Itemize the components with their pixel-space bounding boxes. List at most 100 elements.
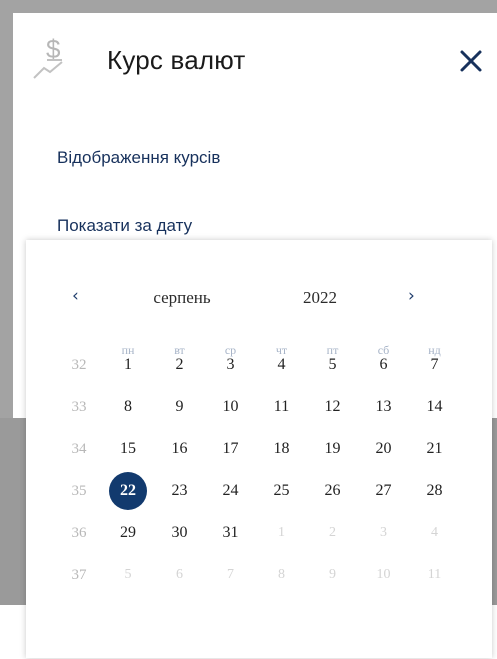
calendar-day-other-month[interactable]: 10	[358, 554, 409, 596]
day-number: 5	[124, 567, 132, 582]
day-number: 11	[273, 398, 290, 415]
calendar-day[interactable]: 18	[256, 428, 307, 470]
day-number: 24	[222, 482, 239, 499]
calendar-day[interactable]: 4	[256, 344, 307, 386]
month-selector[interactable]: серпень	[142, 288, 222, 308]
calendar-day[interactable]: 16	[154, 428, 205, 470]
day-number: 30	[171, 524, 188, 541]
day-number: 25	[273, 482, 290, 499]
calendar-day[interactable]: 21	[409, 428, 460, 470]
calendar-day[interactable]: 8	[102, 386, 154, 428]
selected-day[interactable]: 22	[102, 470, 154, 512]
calendar-day-other-month[interactable]: 7	[205, 554, 256, 596]
calendar-day[interactable]: 10	[205, 386, 256, 428]
calendar-day-other-month[interactable]: 3	[358, 512, 409, 554]
calendar-day[interactable]: 19	[307, 428, 358, 470]
day-number: 26	[324, 482, 341, 499]
day-number: 1	[124, 356, 132, 373]
calendar-day[interactable]: 24	[205, 470, 256, 512]
calendar-day-other-month[interactable]: 1	[256, 512, 307, 554]
day-number: 28	[426, 482, 443, 499]
calendar-day[interactable]: 13	[358, 386, 409, 428]
day-number: 7	[227, 567, 234, 582]
date-picker: ‹ серпень 2022 › пн вт ср чт пт сб нд 32 1 2 3 4 5 6…	[26, 240, 492, 658]
calendar-day[interactable]: 27	[358, 470, 409, 512]
day-number: 21	[426, 440, 443, 457]
day-number: 4	[431, 525, 438, 540]
calendar-day[interactable]: 2	[154, 344, 205, 386]
window-frame-top	[0, 0, 497, 13]
day-number: 9	[329, 567, 336, 582]
day-number: 7	[430, 356, 439, 373]
calendar-day[interactable]: 1	[102, 344, 154, 386]
day-number: 13	[375, 398, 392, 415]
day-number: 15	[120, 440, 136, 457]
year-selector[interactable]: 2022	[280, 288, 360, 308]
page-title: Курс валют	[107, 45, 246, 75]
calendar-day[interactable]: 15	[102, 428, 154, 470]
day-number: 6	[379, 356, 388, 373]
calendar-day[interactable]: 31	[205, 512, 256, 554]
day-number: 3	[380, 525, 387, 540]
calendar-day[interactable]: 29	[102, 512, 154, 554]
week-number: 37	[71, 566, 87, 583]
day-number: 8	[124, 398, 132, 415]
close-icon[interactable]	[457, 47, 485, 75]
calendar-grid: 32 1 2 3 4 5 6 7 33 8 9 10 11 12 13 14 34 15 16 17 18 19 20 21 3…	[56, 344, 488, 596]
week-number: 35	[71, 482, 87, 499]
calendar-day-other-month[interactable]: 5	[102, 554, 154, 596]
calendar-day[interactable]: 20	[358, 428, 409, 470]
calendar-day[interactable]: 17	[205, 428, 256, 470]
week-number: 33	[71, 398, 87, 415]
calendar-day[interactable]: 6	[358, 344, 409, 386]
dollar-growth-icon: $	[33, 34, 63, 79]
week-number: 32	[71, 356, 87, 373]
week-number: 34	[71, 440, 87, 457]
calendar-day[interactable]: 12	[307, 386, 358, 428]
show-for-date-link[interactable]: Показати за дату	[57, 216, 192, 236]
day-number: 27	[375, 482, 392, 499]
day-number: 2	[329, 525, 336, 540]
day-number: 22	[109, 472, 147, 510]
day-number: 23	[171, 482, 188, 499]
calendar-day-other-month[interactable]: 6	[154, 554, 205, 596]
day-number: 31	[222, 524, 239, 541]
calendar-day-other-month[interactable]: 8	[256, 554, 307, 596]
calendar-day-other-month[interactable]: 4	[409, 512, 460, 554]
rates-display-link[interactable]: Відображення курсів	[57, 148, 220, 168]
calendar-day[interactable]: 30	[154, 512, 205, 554]
day-number: 8	[278, 567, 285, 582]
calendar-day-other-month[interactable]: 2	[307, 512, 358, 554]
chevron-right-icon[interactable]: ›	[408, 286, 415, 310]
calendar-day-other-month[interactable]: 9	[307, 554, 358, 596]
day-number: 18	[273, 440, 290, 457]
chevron-left-icon[interactable]: ‹	[72, 286, 79, 310]
calendar-day[interactable]: 9	[154, 386, 205, 428]
day-number: 5	[328, 356, 337, 373]
panel-header: $ Курс валют	[13, 13, 497, 103]
calendar-day[interactable]: 3	[205, 344, 256, 386]
calendar-day[interactable]: 7	[409, 344, 460, 386]
calendar-day[interactable]: 28	[409, 470, 460, 512]
day-number: 11	[427, 567, 442, 582]
calendar-day-other-month[interactable]: 11	[409, 554, 460, 596]
day-number: 29	[120, 524, 136, 541]
day-number: 4	[277, 356, 286, 373]
day-number: 2	[175, 356, 184, 373]
calendar-day[interactable]: 5	[307, 344, 358, 386]
day-number: 6	[176, 567, 183, 582]
day-number: 10	[376, 567, 391, 582]
day-number: 12	[324, 398, 341, 415]
calendar-day[interactable]: 25	[256, 470, 307, 512]
day-number: 16	[171, 440, 188, 457]
day-number: 17	[222, 440, 239, 457]
calendar-day[interactable]: 14	[409, 386, 460, 428]
calendar-day[interactable]: 26	[307, 470, 358, 512]
day-number: 19	[324, 440, 341, 457]
calendar-day[interactable]: 23	[154, 470, 205, 512]
calendar-day[interactable]: 11	[256, 386, 307, 428]
day-number: 9	[175, 398, 184, 415]
day-number: 10	[222, 398, 239, 415]
day-number: 20	[375, 440, 392, 457]
day-number: 1	[278, 525, 285, 540]
